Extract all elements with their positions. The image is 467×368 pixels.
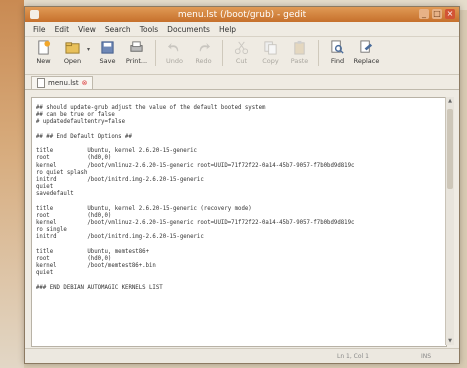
code-line[interactable]: ### END DEBIAN AUTOMAGIC KERNELS LIST xyxy=(36,285,354,292)
code-line[interactable]: ro quiet splash xyxy=(36,170,354,177)
code-line[interactable]: ro single xyxy=(36,227,354,234)
editor-content[interactable]: ## should update-grub adjust the value o… xyxy=(36,105,354,292)
code-line[interactable]: initrd /boot/initrd.img-2.6.20-15-generi… xyxy=(36,234,354,241)
code-line[interactable]: ## ## End Default Options ## xyxy=(36,134,354,141)
paste-button[interactable]: Paste xyxy=(285,40,314,65)
toolbar-separator xyxy=(222,40,223,66)
cut-icon xyxy=(234,41,249,55)
tab-menu-lst[interactable]: menu.lst ⊗ xyxy=(31,76,94,89)
close-tab-icon[interactable]: ⊗ xyxy=(82,79,88,87)
code-line[interactable]: root (hd0,0) xyxy=(36,256,354,263)
code-line[interactable]: # updatedefaultentry=false xyxy=(36,119,354,126)
redo-button[interactable]: Redo xyxy=(189,40,218,65)
gedit-window: menu.lst (/boot/grub) - gedit _ □ × File… xyxy=(24,6,460,364)
menu-tools[interactable]: Tools xyxy=(140,25,158,34)
toolbar-separator xyxy=(318,40,319,66)
replace-button[interactable]: Replace xyxy=(352,40,381,65)
code-line[interactable] xyxy=(36,242,354,249)
close-icon[interactable]: × xyxy=(445,9,455,19)
menu-help[interactable]: Help xyxy=(219,25,236,34)
redo-icon xyxy=(199,42,211,52)
toolbar: New Open ▾ Save Print... Undo Redo Cut C… xyxy=(25,37,459,75)
find-icon xyxy=(331,40,344,54)
menu-search[interactable]: Search xyxy=(105,25,131,34)
window-controls: _ □ × xyxy=(419,9,455,19)
save-button[interactable]: Save xyxy=(93,40,122,65)
maximize-icon[interactable]: □ xyxy=(432,9,442,19)
paste-icon xyxy=(294,40,305,55)
print-button[interactable]: Print... xyxy=(122,40,151,65)
text-editor[interactable]: ## should update-grub adjust the value o… xyxy=(31,97,447,347)
code-line[interactable] xyxy=(36,198,354,205)
cut-button[interactable]: Cut xyxy=(227,40,256,65)
minimize-icon[interactable]: _ xyxy=(419,9,429,19)
document-tabs: menu.lst ⊗ xyxy=(25,75,459,90)
menu-view[interactable]: View xyxy=(78,25,96,34)
open-folder-icon xyxy=(65,42,80,54)
menu-edit[interactable]: Edit xyxy=(55,25,70,34)
code-line[interactable]: root (hd0,0) xyxy=(36,155,354,162)
cursor-position: Ln 1, Col 1 xyxy=(337,352,369,360)
statusbar: Ln 1, Col 1 INS xyxy=(25,348,459,363)
new-button[interactable]: New xyxy=(29,40,58,65)
vertical-scrollbar[interactable]: ▲ ▼ xyxy=(445,97,454,345)
code-line[interactable] xyxy=(36,127,354,134)
code-line[interactable]: kernel /boot/memtest86+.bin xyxy=(36,263,354,270)
scroll-up-icon[interactable]: ▲ xyxy=(446,97,454,105)
save-icon xyxy=(101,41,114,54)
code-line[interactable]: kernel /boot/vmlinuz-2.6.20-15-generic r… xyxy=(36,163,354,170)
code-line[interactable] xyxy=(36,278,354,285)
document-icon xyxy=(37,78,45,88)
scroll-down-icon[interactable]: ▼ xyxy=(446,337,454,345)
code-line[interactable]: initrd /boot/initrd.img-2.6.20-15-generi… xyxy=(36,177,354,184)
code-line[interactable]: ## can be true or false xyxy=(36,112,354,119)
window-title: menu.lst (/boot/grub) - gedit xyxy=(177,9,307,20)
print-icon xyxy=(130,41,143,52)
menu-documents[interactable]: Documents xyxy=(167,25,210,34)
window-titlebar[interactable]: menu.lst (/boot/grub) - gedit _ □ × xyxy=(25,7,459,22)
code-line[interactable]: title Ubuntu, kernel 2.6.20-15-generic xyxy=(36,148,354,155)
undo-button[interactable]: Undo xyxy=(160,40,189,65)
undo-icon xyxy=(167,42,179,52)
menu-file[interactable]: File xyxy=(33,25,46,34)
code-line[interactable]: kernel /boot/vmlinuz-2.6.20-15-generic r… xyxy=(36,220,354,227)
new-document-icon xyxy=(38,40,51,55)
code-line[interactable] xyxy=(36,141,354,148)
window-menu-icon[interactable] xyxy=(30,10,39,19)
toolbar-separator xyxy=(155,40,156,66)
scrollbar-thumb[interactable] xyxy=(447,109,453,189)
copy-button[interactable]: Copy xyxy=(256,40,285,65)
insert-mode: INS xyxy=(421,352,432,360)
code-line[interactable]: savedefault xyxy=(36,191,354,198)
code-line[interactable]: quiet xyxy=(36,270,354,277)
find-button[interactable]: Find xyxy=(323,40,352,65)
copy-icon xyxy=(264,41,277,55)
desktop-background-left xyxy=(0,0,24,368)
open-button[interactable]: Open xyxy=(58,40,87,65)
code-line[interactable]: quiet xyxy=(36,184,354,191)
menubar: File Edit View Search Tools Documents He… xyxy=(25,22,459,37)
code-line[interactable]: root (hd0,0) xyxy=(36,213,354,220)
code-line[interactable]: title Ubuntu, kernel 2.6.20-15-generic (… xyxy=(36,206,354,213)
replace-icon xyxy=(360,40,373,53)
code-line[interactable]: ## should update-grub adjust the value o… xyxy=(36,105,354,112)
code-line[interactable]: title Ubuntu, memtest86+ xyxy=(36,249,354,256)
